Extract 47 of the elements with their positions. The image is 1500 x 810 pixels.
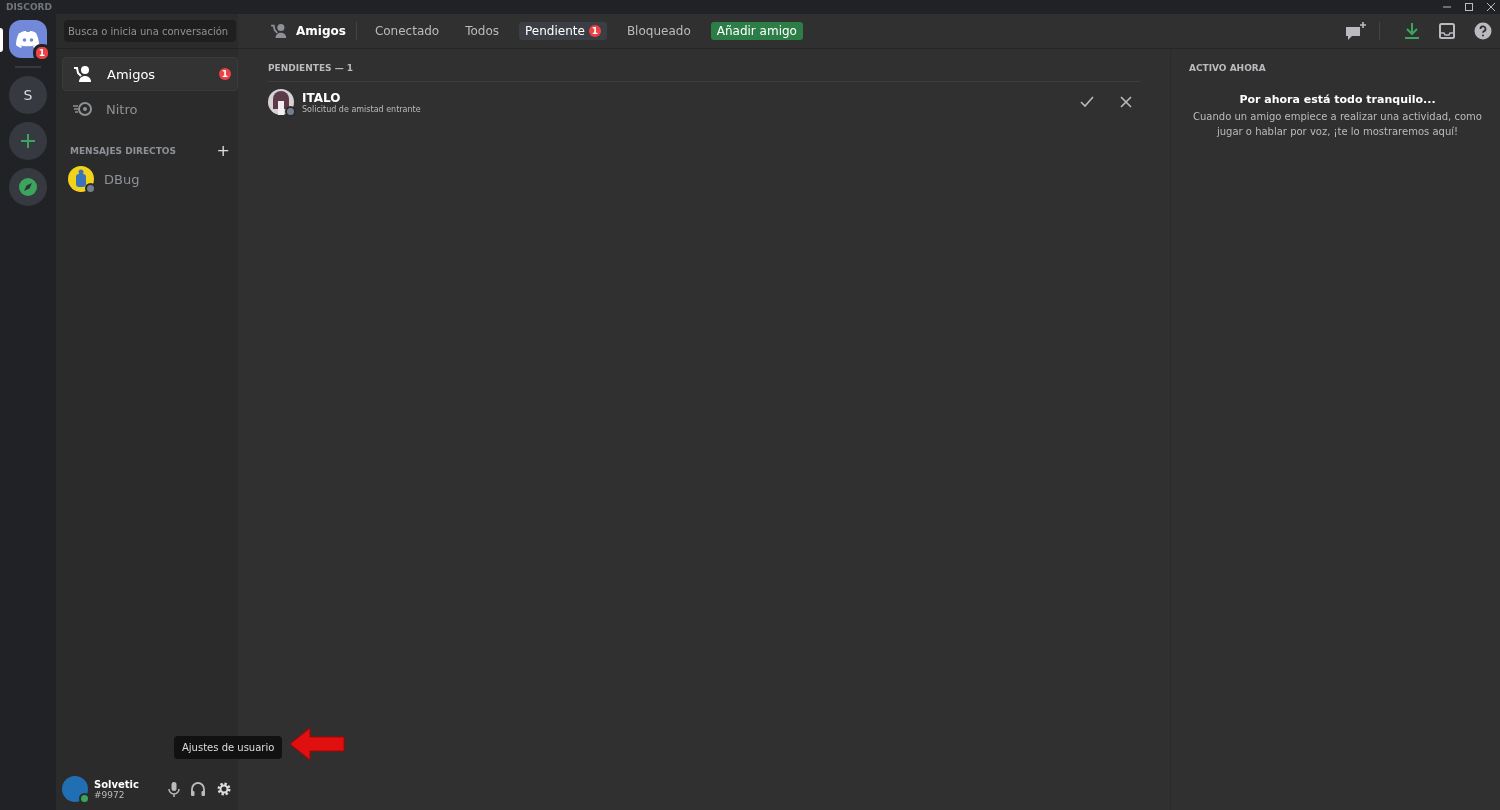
user-tag: #9972 — [94, 789, 162, 800]
notification-badge: 1 — [588, 25, 601, 37]
controller-icon — [16, 30, 40, 48]
plus-icon — [20, 133, 36, 149]
tooltip: Ajustes de usuario — [174, 736, 283, 759]
server-button[interactable]: S — [9, 76, 47, 114]
empty-state-title: Por ahora está todo tranquilo... — [1238, 93, 1437, 106]
bot-avatar — [68, 166, 94, 192]
user-avatar — [268, 89, 294, 115]
nitro-nav-item[interactable]: Nitro — [62, 93, 238, 125]
tab[interactable]: Pendiente 1 — [519, 22, 607, 40]
tab[interactable]: Conectado — [368, 22, 446, 40]
close-icon[interactable] — [1120, 96, 1132, 108]
add-dm-button[interactable]: + — [216, 145, 230, 157]
maximize-icon[interactable] — [1464, 2, 1474, 12]
microphone-icon[interactable] — [168, 781, 180, 797]
section-heading: ACTIVO AHORA — [1189, 63, 1267, 73]
notification-badge: 1 — [219, 68, 231, 80]
page-title: Amigos — [296, 24, 346, 38]
friend-name: ITALO — [302, 90, 342, 105]
compass-icon — [18, 177, 38, 197]
dm-item[interactable]: DBug — [68, 165, 238, 193]
user-avatar — [62, 776, 88, 802]
request-status: Solicitud de amistad entrante — [302, 104, 421, 114]
settings-icon[interactable] — [216, 781, 232, 797]
notification-badge: 1 — [33, 44, 51, 62]
tab[interactable]: Bloqueado — [620, 22, 697, 40]
section-heading: PENDIENTES — 1 — [268, 49, 1140, 82]
add-server-button[interactable] — [9, 122, 47, 160]
username: Solvetic — [94, 778, 140, 790]
add-friend-button[interactable]: Añadir amigo — [710, 22, 803, 40]
download-icon[interactable] — [1404, 22, 1420, 40]
inbox-icon[interactable] — [1438, 22, 1456, 40]
new-message-icon[interactable] — [1345, 21, 1367, 41]
headphones-icon[interactable] — [190, 781, 206, 797]
accept-icon[interactable] — [1080, 96, 1094, 108]
window-title: DISCORD — [6, 2, 52, 12]
arrow-icon — [288, 726, 346, 762]
close-icon[interactable] — [1486, 2, 1496, 12]
tab[interactable]: Todos — [459, 22, 506, 40]
nitro-icon — [72, 101, 94, 117]
empty-state-text: Cuando un amigo empiece a realizar una actividad, como jugar o hablar por voz, ¡te lo mostraremos aquí! — [1192, 110, 1483, 139]
explore-button[interactable] — [9, 168, 47, 206]
section-heading: MENSAJES DIRECTOS — [70, 146, 176, 156]
help-icon[interactable] — [1474, 22, 1492, 40]
friends-nav-item[interactable]: Amigos 1 — [62, 57, 238, 91]
search-field[interactable]: Busca o inicia una conversación — [64, 20, 236, 42]
